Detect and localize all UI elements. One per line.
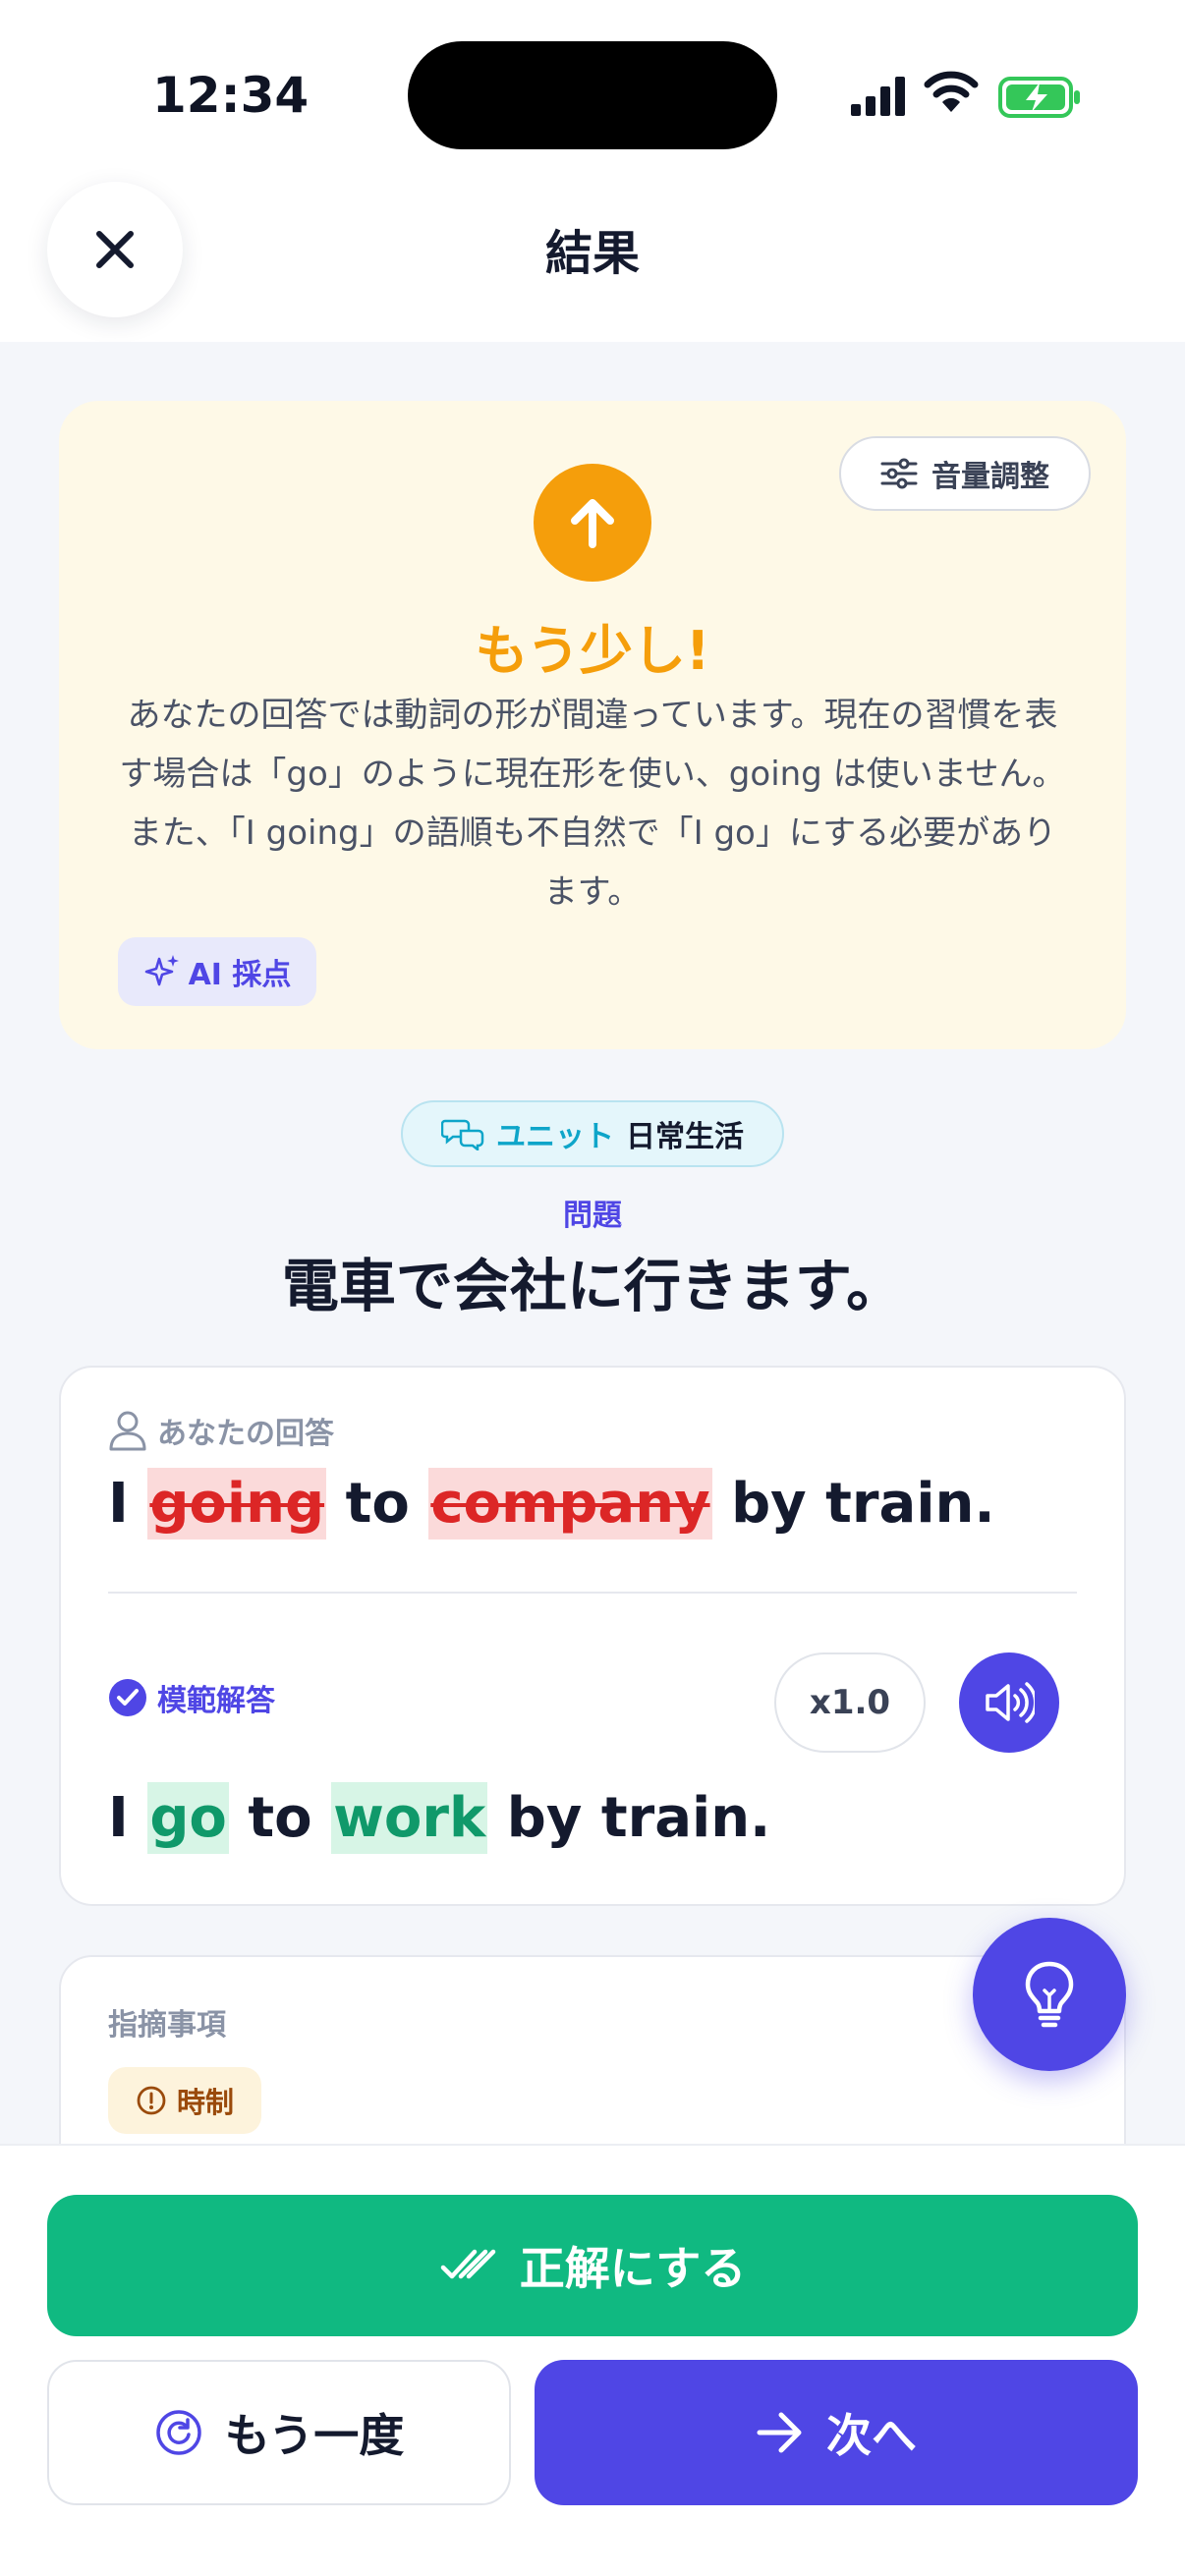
next-label: 次へ bbox=[826, 2409, 917, 2462]
model-answer-header: 模範解答 bbox=[108, 1676, 275, 1719]
divider bbox=[108, 1592, 1077, 1594]
volume-adjust-label: 音量調整 bbox=[931, 460, 1049, 494]
next-button[interactable]: 次へ bbox=[535, 2360, 1138, 2505]
answer-token: I bbox=[108, 1472, 129, 1536]
mark-correct-button[interactable]: 正解にする bbox=[47, 2195, 1138, 2336]
wifi-icon bbox=[924, 71, 979, 112]
your-answer-sentence: I going to company by train. bbox=[108, 1468, 995, 1540]
alert-circle-icon bbox=[137, 2086, 166, 2115]
answer-token: by train. bbox=[506, 1786, 771, 1850]
dynamic-island bbox=[408, 41, 777, 149]
verdict-text: もう少し! bbox=[475, 620, 710, 682]
question-text: 電車で会社に行きます。 bbox=[281, 1253, 904, 1319]
sparkles-icon bbox=[144, 955, 179, 986]
signal-icon bbox=[851, 77, 905, 116]
check-badge-icon bbox=[109, 1679, 146, 1716]
feedback-explanation: あなたの回答では動詞の形が間違っています。現在の習慣を表す場合は「go」のように… bbox=[119, 696, 1066, 912]
play-audio-button[interactable] bbox=[959, 1652, 1059, 1753]
bottom-action-bar: 正解にする もう一度 次へ bbox=[0, 2144, 1185, 2576]
battery-charging-icon bbox=[998, 77, 1080, 118]
correct-token: work bbox=[331, 1782, 488, 1854]
correct-token: go bbox=[147, 1782, 229, 1854]
your-answer-label: あなたの回答 bbox=[157, 1417, 334, 1451]
wrong-token: going bbox=[147, 1468, 327, 1540]
playback-speed-button[interactable]: x1.0 bbox=[774, 1652, 926, 1753]
volume-adjust-button[interactable]: 音量調整 bbox=[839, 436, 1091, 511]
lightbulb-icon bbox=[1025, 1961, 1074, 2028]
verdict-badge bbox=[534, 464, 651, 582]
hint-button[interactable] bbox=[973, 1918, 1126, 2071]
status-time: 12:34 bbox=[152, 67, 310, 124]
arrow-up-icon bbox=[571, 499, 614, 548]
retry-button[interactable]: もう一度 bbox=[47, 2360, 511, 2505]
unit-name: 日常生活 bbox=[626, 1120, 744, 1154]
ai-grading-badge: AI 採点 bbox=[118, 937, 316, 1006]
double-check-icon bbox=[440, 2249, 496, 2279]
question-label: 問題 bbox=[563, 1199, 622, 1233]
wrong-token: company bbox=[428, 1468, 712, 1540]
ai-grading-label: AI 採点 bbox=[188, 958, 292, 992]
tense-issue-chip[interactable]: 時制 bbox=[108, 2067, 261, 2134]
sliders-icon bbox=[880, 458, 918, 489]
chat-bubbles-icon bbox=[441, 1119, 484, 1150]
arrow-right-icon bbox=[757, 2412, 802, 2453]
top-bar: 12:34 結果 bbox=[0, 0, 1185, 342]
answer-token: to bbox=[248, 1786, 312, 1850]
user-icon bbox=[109, 1411, 146, 1451]
retry-label: もう一度 bbox=[224, 2409, 405, 2462]
mark-correct-label: 正解にする bbox=[519, 2242, 747, 2295]
tense-issue-label: 時制 bbox=[176, 2086, 234, 2119]
model-answer-sentence: I go to work by train. bbox=[108, 1782, 771, 1854]
refresh-icon bbox=[155, 2410, 201, 2455]
answer-token: I bbox=[108, 1786, 129, 1850]
speaker-icon bbox=[986, 1682, 1035, 1723]
feedback-card: 音量調整 もう少し! あなたの回答では動詞の形が間違っています。現在の習慣を表す… bbox=[59, 401, 1126, 1049]
your-answer-header: あなたの回答 bbox=[108, 1409, 334, 1452]
answer-card: あなたの回答 I going to company by train. 模範解答… bbox=[59, 1366, 1126, 1906]
unit-label: ユニット bbox=[496, 1120, 614, 1154]
model-answer-label: 模範解答 bbox=[157, 1684, 275, 1718]
page-title: 結果 bbox=[544, 226, 640, 281]
unit-pill: ユニット 日常生活 bbox=[401, 1100, 784, 1167]
notes-title: 指摘事項 bbox=[108, 2008, 226, 2043]
answer-token: to bbox=[345, 1472, 410, 1536]
answer-token: by train. bbox=[731, 1472, 995, 1536]
